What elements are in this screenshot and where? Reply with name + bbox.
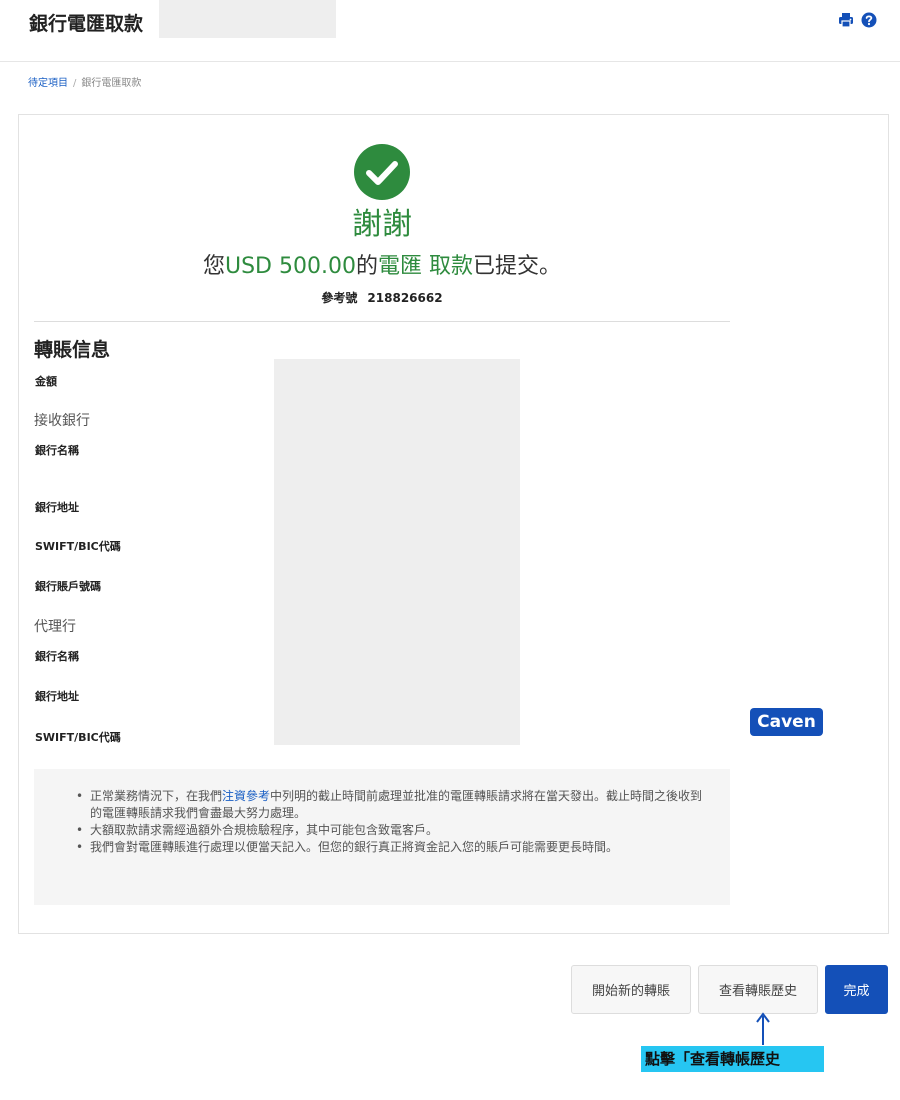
intermediary-bank-heading: 代理行 (34, 619, 76, 635)
thank-you-heading: 謝謝 (352, 207, 412, 242)
redacted-title-area (159, 0, 336, 38)
note-item: 正常業務情況下，在我們注資參考中列明的截止時間前處理並批准的電匯轉賬請求將在當天… (76, 788, 710, 822)
instruction-callout: 點擊「查看轉帳歷史 (641, 1046, 824, 1072)
section-divider (34, 321, 730, 322)
bank-address-label: 銀行地址 (35, 501, 79, 514)
name-badge: Caven (750, 708, 823, 736)
note-item: 大額取款請求需經過額外合規檢驗程序，其中可能包含致電客戶。 (76, 822, 710, 839)
print-icon[interactable] (838, 12, 854, 28)
transfer-info-heading: 轉賬信息 (34, 339, 111, 361)
done-button[interactable]: 完成 (825, 965, 888, 1014)
bank-account-label: 銀行賬戶號碼 (35, 580, 101, 593)
help-icon[interactable] (861, 12, 877, 28)
notes-panel: 正常業務情況下，在我們注資參考中列明的截止時間前處理並批准的電匯轉賬請求將在當天… (34, 769, 730, 905)
page-header: 銀行電匯取款 (0, 0, 900, 62)
reference-number: 218826662 (367, 291, 443, 305)
redacted-details-area (274, 359, 520, 745)
intermediary-bank-address-label: 銀行地址 (35, 690, 79, 703)
note-1-pre: 正常業務情況下，在我們 (90, 789, 223, 803)
note-item: 我們會對電匯轉賬進行處理以便當天記入。但您的銀行真正將資金記入您的賬戶可能需要更… (76, 839, 710, 856)
page-title: 銀行電匯取款 (29, 13, 144, 35)
submission-message: 您USD 500.00的電匯 取款已提交。 (19, 248, 745, 280)
checkmark-circle-icon (354, 144, 410, 200)
bank-name-label: 銀行名稱 (35, 444, 79, 457)
start-new-transfer-button[interactable]: 開始新的轉賬 (571, 965, 691, 1014)
notes-list: 正常業務情況下，在我們注資參考中列明的截止時間前處理並批准的電匯轉賬請求將在當天… (76, 788, 710, 856)
breadcrumb-current: 銀行電匯取款 (81, 78, 142, 89)
msg-type-withdrawal: 取款 (429, 254, 474, 279)
intermediary-bank-name-label: 銀行名稱 (35, 650, 79, 663)
funding-reference-link[interactable]: 注資參考 (222, 789, 270, 803)
msg-type-wire: 電匯 (377, 254, 422, 279)
breadcrumb-link-pending[interactable]: 待定項目 (28, 78, 68, 89)
receiving-bank-heading: 接收銀行 (34, 413, 90, 429)
swift-code-label: SWIFT/BIC代碼 (35, 540, 121, 553)
msg-middle: 的 (355, 254, 378, 279)
breadcrumb: 待定項目 / 銀行電匯取款 (28, 74, 141, 89)
msg-amount: USD 500.00 (224, 254, 356, 279)
msg-prefix: 您 (202, 254, 225, 279)
intermediary-swift-label: SWIFT/BIC代碼 (35, 731, 121, 744)
arrow-up-icon (756, 1012, 770, 1045)
breadcrumb-separator: / (73, 78, 77, 89)
reference-line: 參考號 218826662 (19, 289, 745, 306)
reference-label: 參考號 (321, 291, 358, 305)
amount-label: 金額 (35, 375, 57, 388)
view-transfer-history-button[interactable]: 查看轉賬歷史 (698, 965, 818, 1014)
confirmation-card: 謝謝 您USD 500.00的電匯 取款已提交。 參考號 218826662 轉賬… (18, 114, 889, 934)
msg-suffix: 已提交。 (473, 254, 562, 279)
